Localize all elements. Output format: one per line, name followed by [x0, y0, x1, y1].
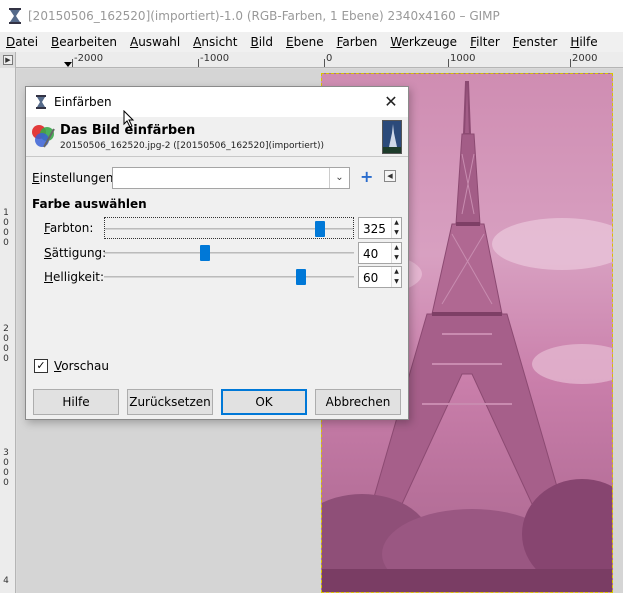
add-preset-icon[interactable]: +	[360, 168, 373, 186]
cancel-button[interactable]: Abbrechen	[315, 389, 401, 415]
ruler-label: 0	[326, 53, 333, 64]
window-titlebar: [20150506_162520](importiert)-1.0 (RGB-F…	[0, 0, 623, 32]
spin-up-icon[interactable]: ▲	[391, 267, 401, 277]
hue-value: 325	[363, 222, 386, 236]
menubar: Datei Bearbeiten Auswahl Ansicht Bild Eb…	[0, 32, 623, 52]
menu-ansicht[interactable]: Ansicht	[193, 35, 237, 49]
saturation-slider[interactable]	[104, 242, 354, 264]
ok-button[interactable]: OK	[221, 389, 307, 415]
spin-down-icon[interactable]: ▼	[391, 228, 401, 238]
navigate-menu-icon[interactable]: ▶	[3, 55, 13, 65]
spin-up-icon[interactable]: ▲	[391, 218, 401, 228]
slider-thumb[interactable]	[315, 221, 325, 237]
menu-farben[interactable]: Farben	[337, 35, 378, 49]
menu-ebene[interactable]: Ebene	[286, 35, 324, 49]
menu-filter[interactable]: Filter	[470, 35, 500, 49]
close-icon[interactable]: ✕	[382, 93, 400, 111]
ruler-tick	[324, 59, 325, 67]
ruler-label: 2000	[572, 53, 598, 64]
gimp-dialog-icon	[36, 95, 46, 109]
menu-werkzeuge[interactable]: Werkzeuge	[390, 35, 457, 49]
ok-button-label: OK	[255, 395, 273, 409]
ruler-tick	[570, 59, 571, 67]
saturation-label: Sättigung:	[44, 246, 107, 260]
ruler-label: 4	[3, 576, 9, 586]
ruler-label: 1000	[450, 53, 476, 64]
saturation-value: 40	[363, 247, 379, 261]
ruler-label: 1 0 0 0	[3, 208, 9, 248]
reset-button[interactable]: Zurücksetzen	[127, 389, 213, 415]
menu-hilfe[interactable]: Hilfe	[570, 35, 597, 49]
help-button-label: Hilfe	[62, 395, 90, 409]
lightness-label: Helligkeit:	[44, 270, 105, 284]
image-thumbnail	[382, 120, 402, 154]
horizontal-ruler[interactable]: ▶ -2000 -1000 0 1000 2000	[0, 52, 623, 68]
preview-label: Vorschau	[54, 359, 109, 373]
settings-combobox[interactable]: ⌄	[112, 167, 350, 189]
menu-auswahl[interactable]: Auswahl	[130, 35, 180, 49]
menu-bild[interactable]: Bild	[250, 35, 273, 49]
colorize-icon	[32, 125, 55, 148]
settings-label: Einstellungen:	[32, 171, 118, 185]
ruler-corner: ▶	[0, 52, 16, 68]
ruler-label: 2 0 0 0	[3, 324, 9, 364]
hue-slider[interactable]	[104, 217, 354, 239]
reset-button-label: Zurücksetzen	[129, 395, 211, 409]
settings-row: Einstellungen: ⌄ + ◀	[32, 167, 402, 189]
menu-fenster[interactable]: Fenster	[513, 35, 558, 49]
slider-thumb[interactable]	[200, 245, 210, 261]
slider-track	[104, 276, 354, 278]
hue-spinbox[interactable]: 325 ▲ ▼	[358, 217, 402, 239]
ruler-label: -1000	[200, 53, 230, 64]
preset-menu-icon[interactable]: ◀	[384, 170, 396, 182]
ruler-tick	[448, 59, 449, 67]
vertical-ruler[interactable]: 1 0 0 0 2 0 0 0 3 0 0 0 4	[0, 68, 16, 593]
gimp-app-icon	[9, 8, 21, 24]
slider-track	[104, 252, 354, 254]
spin-down-icon[interactable]: ▼	[391, 253, 401, 263]
hue-label: Farbton:	[44, 221, 94, 235]
window-title: [20150506_162520](importiert)-1.0 (RGB-F…	[28, 9, 500, 23]
slider-thumb[interactable]	[296, 269, 306, 285]
colorize-dialog: Einfärben ✕ Das Bild einfärben 20150506_…	[25, 86, 409, 420]
section-title: Farbe auswählen	[32, 197, 147, 211]
ruler-label: 3 0 0 0	[3, 448, 9, 488]
dialog-title: Einfärben	[54, 95, 112, 109]
ruler-label: -2000	[74, 53, 104, 64]
dialog-header: Das Bild einfärben 20150506_162520.jpg-2…	[26, 117, 408, 157]
dialog-header-subtitle: 20150506_162520.jpg-2 ([20150506_162520]…	[60, 141, 325, 151]
ruler-tick	[72, 59, 73, 67]
lightness-slider[interactable]	[104, 266, 354, 288]
saturation-spinbox[interactable]: 40 ▲ ▼	[358, 242, 402, 264]
hue-slider-row: Farbton: 325 ▲ ▼	[44, 217, 404, 239]
mouse-cursor-icon	[123, 110, 135, 128]
spin-up-icon[interactable]: ▲	[391, 243, 401, 253]
spin-down-icon[interactable]: ▼	[391, 277, 401, 287]
lightness-slider-row: Helligkeit: 60 ▲ ▼	[44, 266, 404, 288]
help-button[interactable]: Hilfe	[33, 389, 119, 415]
lightness-value: 60	[363, 271, 379, 285]
menu-bearbeiten[interactable]: Bearbeiten	[51, 35, 117, 49]
ruler-pointer-marker	[64, 62, 72, 67]
ruler-tick	[198, 59, 199, 67]
saturation-slider-row: Sättigung: 40 ▲ ▼	[44, 242, 404, 264]
cancel-button-label: Abbrechen	[325, 395, 391, 409]
lightness-spinbox[interactable]: 60 ▲ ▼	[358, 266, 402, 288]
dialog-titlebar[interactable]: Einfärben ✕	[26, 87, 408, 117]
preview-checkbox[interactable]: ✓	[34, 359, 48, 373]
chevron-down-icon[interactable]: ⌄	[329, 168, 349, 188]
menu-datei[interactable]: Datei	[6, 35, 38, 49]
